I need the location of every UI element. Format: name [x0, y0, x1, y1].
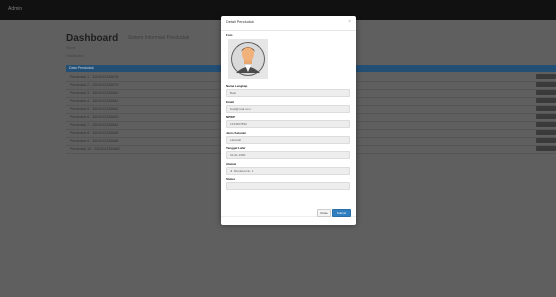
- page-subtitle: Sistem Informasi Penduduk: [128, 35, 190, 41]
- field-value: Jl. Merdeka No. 1: [230, 169, 254, 173]
- field-input[interactable]: budi@mail.com: [226, 105, 350, 113]
- modal-header: Detail Penduduk ×: [221, 16, 356, 31]
- table-title: Data Penduduk: [69, 66, 94, 70]
- field-label: Jenis Kelamin: [226, 131, 247, 135]
- field-input[interactable]: Budi: [226, 89, 350, 97]
- row-action-button[interactable]: [536, 106, 556, 111]
- row-text: Penduduk 5 - 3201012345682: [70, 107, 119, 111]
- field-input[interactable]: 1234567890: [226, 120, 350, 128]
- row-action-button[interactable]: [536, 74, 556, 79]
- row-action-button[interactable]: [536, 82, 556, 87]
- row-text: Penduduk 10 - 3201012345687: [70, 147, 121, 151]
- field-input[interactable]: Laki-laki: [226, 136, 350, 144]
- modal-title: Detail Penduduk: [226, 20, 254, 24]
- row-action-button[interactable]: [536, 146, 556, 151]
- field-label: Status: [226, 177, 236, 181]
- row-text: Penduduk 8 - 3201012345685: [70, 131, 119, 135]
- row-text: Penduduk 6 - 3201012345683: [70, 115, 119, 119]
- field-value: Laki-laki: [230, 138, 242, 142]
- field-value: Budi: [230, 91, 237, 95]
- row-action-button[interactable]: [536, 138, 556, 143]
- field-input[interactable]: Jl. Merdeka No. 1: [226, 167, 350, 175]
- field-value: 1234567890: [230, 122, 247, 126]
- row-text: Penduduk 3 - 3201012345680: [70, 91, 119, 95]
- field-label: Nama Lengkap: [226, 84, 248, 88]
- photo-label: Foto: [226, 33, 233, 37]
- field-value: budi@mail.com: [230, 107, 251, 111]
- breadcrumb-current: Dashboard: [66, 54, 84, 58]
- breadcrumb-home[interactable]: Home: [66, 46, 76, 50]
- row-action-button[interactable]: [536, 130, 556, 135]
- row-action-button[interactable]: [536, 114, 556, 119]
- row-text: Penduduk 7 - 3201012345684: [70, 123, 119, 127]
- field-input[interactable]: 01-01-1990: [226, 151, 350, 159]
- field-input[interactable]: [226, 182, 350, 190]
- field-label: Tanggal Lahir: [226, 146, 246, 150]
- submit-button[interactable]: Submit: [332, 209, 351, 217]
- field-value: 01-01-1990: [230, 153, 246, 157]
- row-action-button[interactable]: [536, 98, 556, 103]
- row-action-button[interactable]: [536, 90, 556, 95]
- field-label: NPWP: [226, 115, 235, 119]
- page-title: Dashboard: [66, 33, 119, 44]
- detail-modal: Detail Penduduk × Foto Nama Lengkap Budi E…: [221, 16, 356, 225]
- field-label: Alamat: [226, 162, 237, 166]
- row-text: Penduduk 9 - 3201012345686: [70, 139, 119, 143]
- field-label: Email: [226, 100, 235, 104]
- row-text: Penduduk 4 - 3201012345681: [70, 99, 119, 103]
- brand-logo[interactable]: Admin: [8, 6, 22, 12]
- avatar-icon: [231, 42, 265, 76]
- row-text: Penduduk 2 - 3201012345679: [70, 83, 119, 87]
- row-action-button[interactable]: [536, 122, 556, 127]
- avatar: [228, 39, 268, 79]
- row-text: Penduduk 1 - 3201012345678: [70, 75, 119, 79]
- close-button[interactable]: Close: [317, 209, 331, 217]
- close-icon[interactable]: ×: [348, 19, 351, 25]
